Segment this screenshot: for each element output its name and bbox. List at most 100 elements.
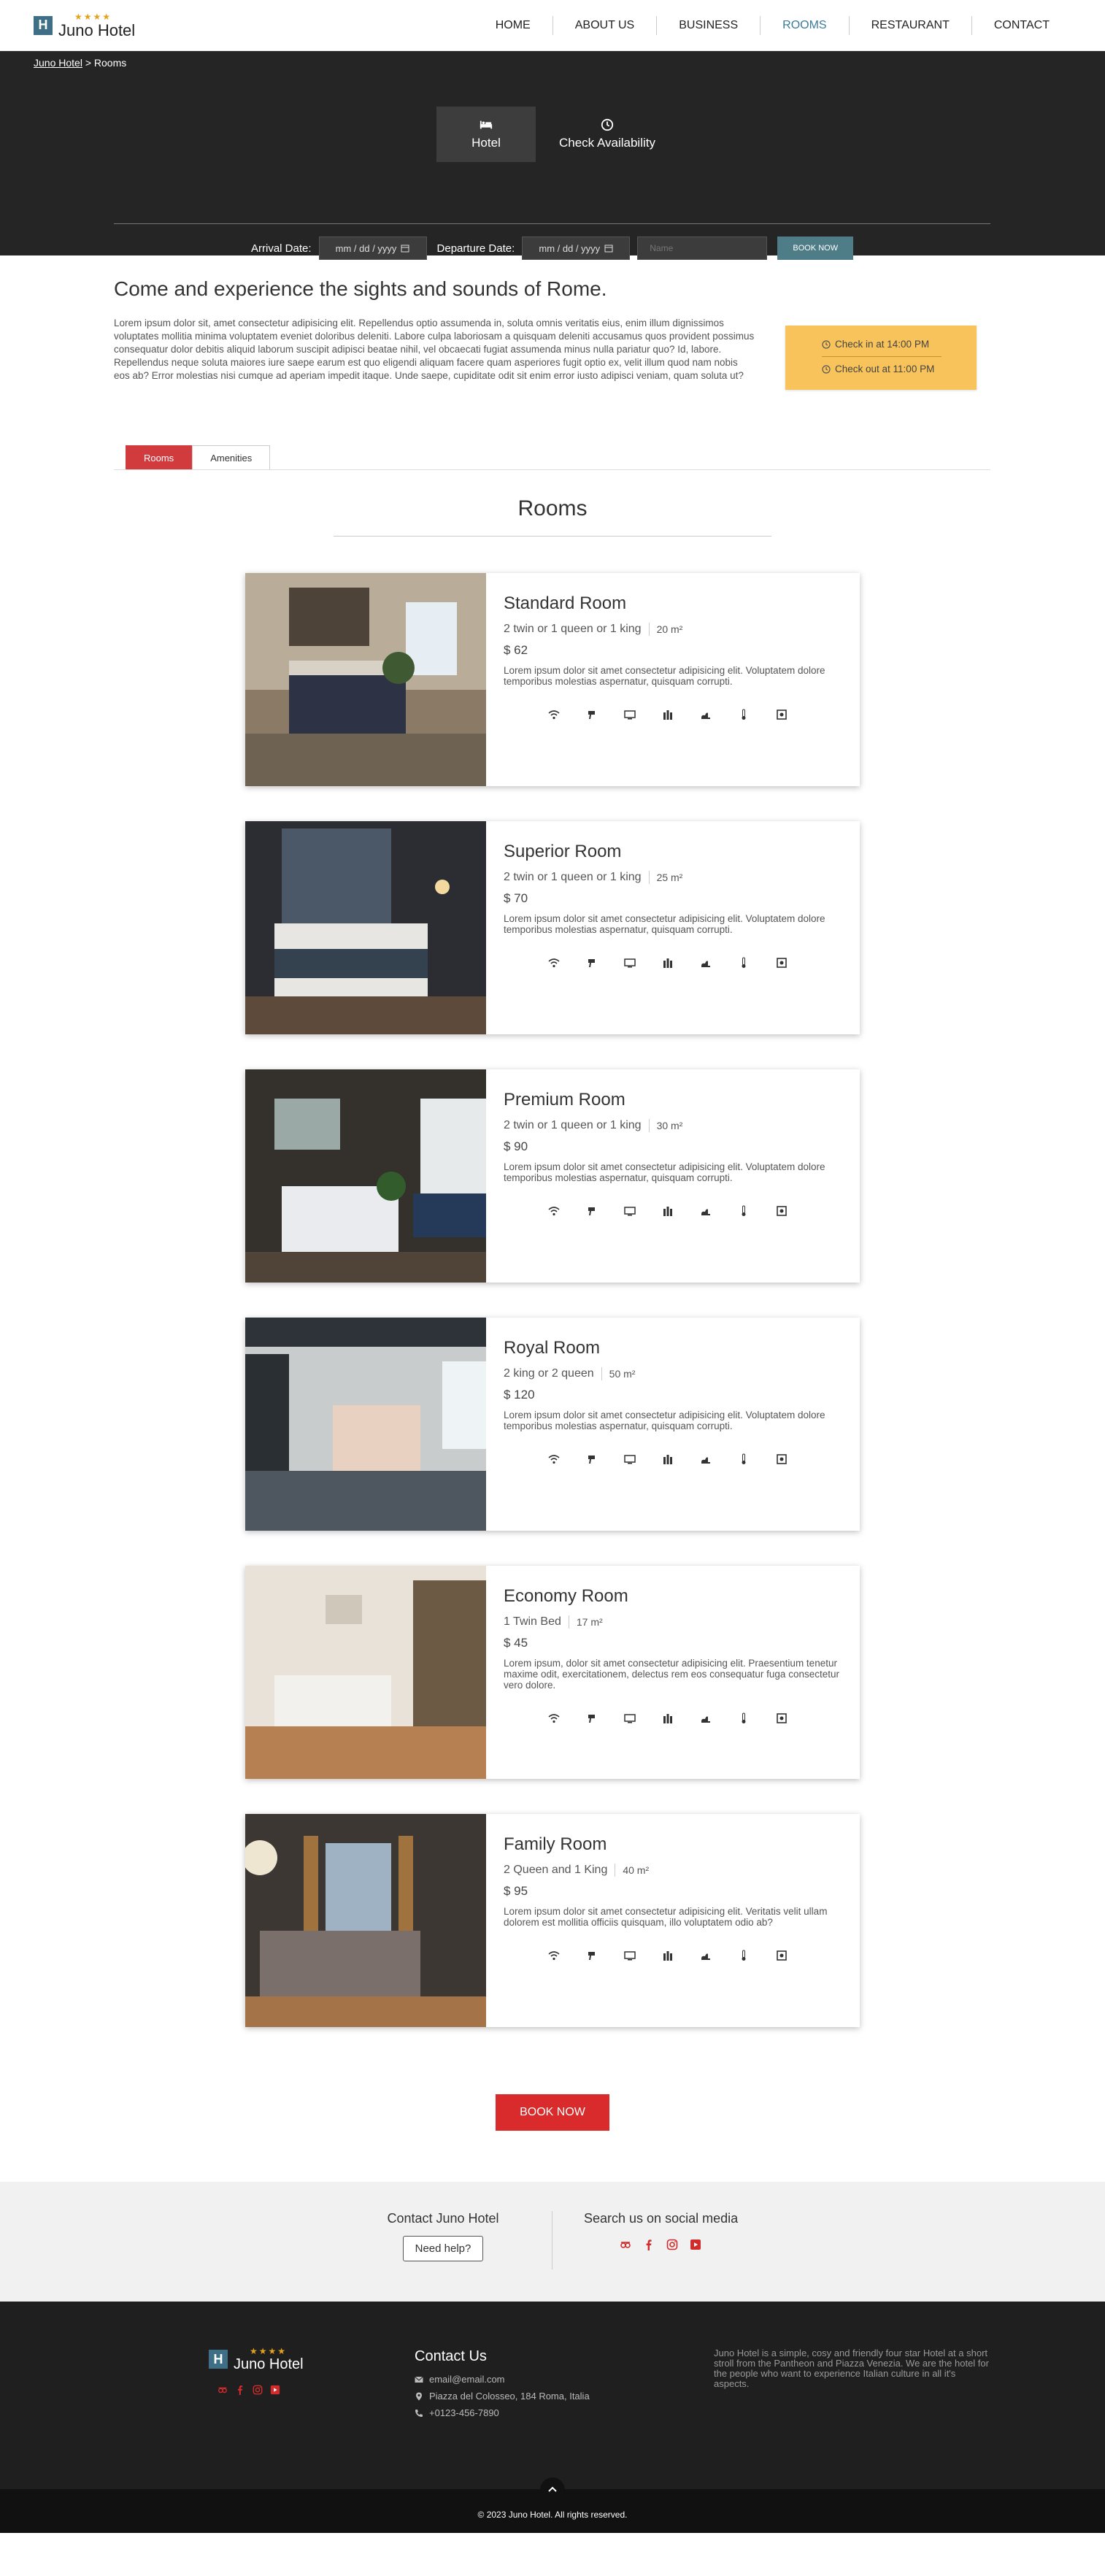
wifi-icon[interactable] [544, 1204, 563, 1218]
slippers-icon[interactable] [696, 707, 715, 722]
slippers-icon[interactable] [696, 1204, 715, 1218]
wifi-icon[interactable] [544, 707, 563, 722]
amenity-icons [504, 1204, 844, 1218]
amenity-icons [504, 1452, 844, 1466]
minibar-icon[interactable] [658, 1948, 677, 1963]
room-card: Economy Room 1 Twin Bed 17 m² $ 45 Lorem … [245, 1566, 860, 1779]
room-description: Lorem ipsum dolor sit amet consectetur a… [504, 1906, 828, 1928]
amenity-icons [504, 1711, 844, 1726]
nav-restaurant[interactable]: RESTAURANT [848, 15, 971, 35]
tab-amenities[interactable]: Amenities [192, 445, 271, 470]
hairdryer-icon[interactable] [582, 1452, 601, 1466]
safe-icon[interactable] [772, 1948, 791, 1963]
minibar-icon[interactable] [658, 1452, 677, 1466]
tv-icon[interactable] [620, 707, 639, 722]
hairdryer-icon[interactable] [582, 1711, 601, 1726]
tv-icon[interactable] [620, 1948, 639, 1963]
tv-icon[interactable] [620, 1711, 639, 1726]
footer-phone-row[interactable]: +0123-456-7890 [415, 2407, 590, 2418]
footer-phone: +0123-456-7890 [429, 2407, 499, 2418]
tab-check-availability[interactable]: Check Availability [536, 107, 679, 162]
thermometer-icon[interactable] [734, 707, 753, 722]
tv-icon[interactable] [620, 1452, 639, 1466]
thermometer-icon[interactable] [734, 1711, 753, 1726]
tripadvisor-icon[interactable] [217, 2385, 228, 2395]
slippers-icon[interactable] [696, 1948, 715, 1963]
safe-icon[interactable] [772, 1204, 791, 1218]
top-bar: H ★★★★ Juno Hotel HOME ABOUT US BUSINESS… [0, 0, 1105, 51]
tab-rooms[interactable]: Rooms [126, 445, 193, 470]
nav-about-us[interactable]: ABOUT US [552, 15, 657, 35]
hairdryer-icon[interactable] [582, 1204, 601, 1218]
breadcrumb-home-link[interactable]: Juno Hotel [34, 57, 82, 69]
room-size: 17 m² [576, 1616, 603, 1628]
facebook-icon[interactable] [235, 2385, 245, 2395]
slippers-icon[interactable] [696, 956, 715, 970]
tv-icon[interactable] [620, 956, 639, 970]
map-pin-icon [416, 2392, 422, 2400]
tv-icon[interactable] [620, 1204, 639, 1218]
clock-icon [601, 118, 614, 131]
hairdryer-icon[interactable] [582, 1948, 601, 1963]
safe-icon[interactable] [772, 1711, 791, 1726]
minibar-icon[interactable] [658, 707, 677, 722]
minibar-icon[interactable] [658, 956, 677, 970]
hairdryer-icon[interactable] [582, 707, 601, 722]
nav-home[interactable]: HOME [474, 16, 552, 35]
arrival-date-value: mm / dd / yyyy [335, 242, 397, 254]
slippers-icon[interactable] [696, 1711, 715, 1726]
thermometer-icon[interactable] [734, 956, 753, 970]
wifi-icon[interactable] [544, 1711, 563, 1726]
departure-label: Departure Date: [436, 242, 515, 255]
wifi-icon[interactable] [544, 1452, 563, 1466]
clock-icon [822, 339, 831, 349]
social-title: Search us on social media [584, 2211, 739, 2226]
instagram-icon[interactable] [253, 2385, 263, 2395]
safe-icon[interactable] [772, 707, 791, 722]
tab-hotel[interactable]: Hotel [436, 107, 536, 162]
footer-contact-title: Contact Us [415, 2348, 487, 2364]
youtube-icon[interactable] [270, 2385, 280, 2395]
room-photo[interactable] [245, 573, 486, 786]
room-description: Lorem ipsum, dolor sit amet consectetur … [504, 1658, 839, 1691]
minibar-icon[interactable] [658, 1204, 677, 1218]
room-photo[interactable] [245, 1814, 486, 2027]
wifi-icon[interactable] [544, 1948, 563, 1963]
slippers-icon[interactable] [696, 1452, 715, 1466]
footer-address: Piazza del Colosseo, 184 Roma, Italia [429, 2391, 590, 2402]
main-nav: HOME ABOUT US BUSINESS ROOMS RESTAURANT … [474, 15, 1071, 35]
safe-icon[interactable] [772, 956, 791, 970]
nav-business[interactable]: BUSINESS [656, 15, 760, 35]
room-photo[interactable] [245, 1069, 486, 1283]
room-photo[interactable] [245, 821, 486, 1034]
wifi-icon[interactable] [544, 956, 563, 970]
tripadvisor-icon[interactable] [619, 2238, 632, 2251]
book-now-button[interactable]: BOOK NOW [496, 2094, 609, 2131]
thermometer-icon[interactable] [734, 1204, 753, 1218]
back-to-top-button[interactable] [540, 2477, 565, 2502]
room-card: Family Room 2 Queen and 1 King 40 m² $ 95… [245, 1814, 860, 2027]
room-beds: 2 twin or 1 queen or 1 king [504, 871, 642, 883]
room-photo[interactable] [245, 1566, 486, 1779]
hairdryer-icon[interactable] [582, 956, 601, 970]
facebook-icon[interactable] [642, 2238, 655, 2251]
instagram-icon[interactable] [666, 2238, 679, 2251]
check-in-row: Check in at 14:00 PM [785, 339, 977, 350]
logo[interactable]: H ★★★★ Juno Hotel [34, 12, 135, 39]
footer-email-row[interactable]: email@email.com [415, 2374, 590, 2385]
copyright: © 2023 Juno Hotel. All rights reserved. [477, 2510, 628, 2520]
minibar-icon[interactable] [658, 1711, 677, 1726]
thermometer-icon[interactable] [734, 1452, 753, 1466]
room-photo[interactable] [245, 1318, 486, 1531]
check-times-card: Check in at 14:00 PM Check out at 11:00 … [785, 326, 977, 390]
room-price: $ 62 [504, 643, 528, 657]
need-help-button[interactable]: Need help? [402, 2236, 484, 2261]
youtube-icon[interactable] [689, 2238, 702, 2251]
contact-block: Contact Juno Hotel Need help? [382, 2211, 504, 2261]
nav-rooms[interactable]: ROOMS [760, 15, 848, 35]
footer-logo[interactable]: H ★★★★ Juno Hotel [209, 2347, 304, 2372]
nav-contact[interactable]: CONTACT [971, 15, 1071, 35]
thermometer-icon[interactable] [734, 1948, 753, 1963]
room-card: Superior Room 2 twin or 1 queen or 1 kin… [245, 821, 860, 1034]
safe-icon[interactable] [772, 1452, 791, 1466]
